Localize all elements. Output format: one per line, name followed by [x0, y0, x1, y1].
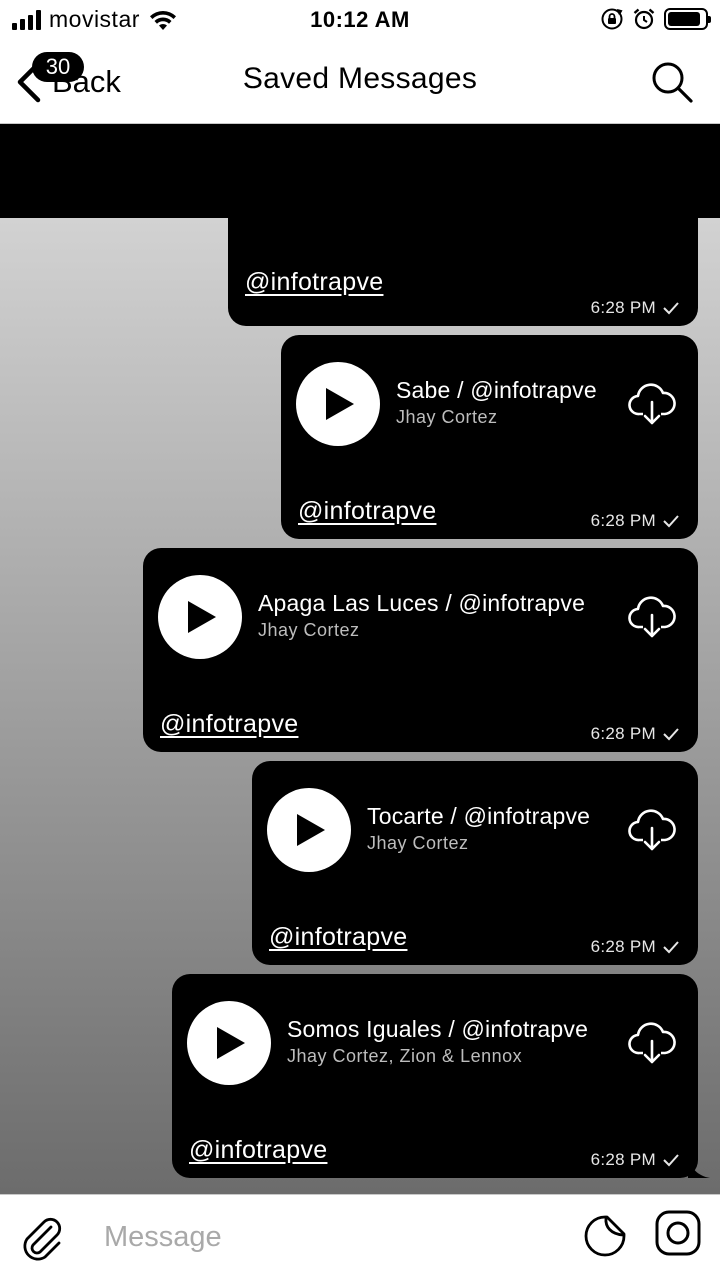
paperclip-icon[interactable]	[18, 1213, 66, 1261]
message-meta: 6:28 PM	[591, 298, 680, 318]
track-title: Sabe / @infotrapve	[396, 377, 597, 403]
play-button[interactable]	[267, 788, 351, 872]
battery-icon	[664, 8, 711, 30]
message-meta: 6:28 PM	[591, 1150, 680, 1170]
message-input[interactable]	[104, 1213, 544, 1261]
nav-bar: Back 30 Saved Messages	[0, 40, 720, 124]
status-right	[600, 7, 711, 31]
sticker-icon[interactable]	[582, 1213, 628, 1259]
caption-link[interactable]: @infotrapve	[245, 268, 383, 297]
audio-message[interactable]: Tocarte / @infotrapve Jhay Cortez @infot…	[252, 761, 698, 965]
caption-link[interactable]: @infotrapve	[189, 1136, 327, 1165]
play-button[interactable]	[296, 362, 380, 446]
caption-link[interactable]: @infotrapve	[269, 923, 407, 952]
audio-message[interactable]: Sabe / @infotrapve Jhay Cortez @infotrap…	[281, 335, 698, 539]
play-icon	[326, 388, 354, 420]
message-meta: 6:28 PM	[591, 511, 680, 531]
play-icon	[297, 814, 325, 846]
message-time: 6:28 PM	[590, 1150, 656, 1169]
caption-link[interactable]: @infotrapve	[298, 497, 436, 526]
play-button[interactable]	[187, 1001, 271, 1085]
check-icon	[663, 1154, 679, 1167]
audio-message[interactable]: Apaga Las Luces / @infotrapve Jhay Corte…	[143, 548, 698, 752]
status-bar: movistar 10:12 AM	[0, 0, 720, 40]
check-icon	[663, 941, 679, 954]
track-artist: Jhay Cortez	[367, 833, 469, 853]
alarm-icon	[633, 8, 655, 30]
check-icon	[663, 728, 679, 741]
chat-area[interactable]: @infotrapve 6:28 PM Sabe / @infotrapve J…	[0, 218, 720, 1194]
check-icon	[663, 515, 679, 528]
message-meta: 6:28 PM	[591, 937, 680, 957]
message-time: 6:28 PM	[590, 937, 656, 956]
search-icon[interactable]	[650, 60, 694, 104]
battery-level	[668, 12, 701, 26]
message-meta: 6:28 PM	[591, 724, 680, 744]
message-time: 6:28 PM	[590, 298, 656, 317]
message-time: 6:28 PM	[590, 724, 656, 743]
track-title: Apaga Las Luces / @infotrapve	[258, 590, 586, 616]
composer-bar	[0, 1194, 720, 1280]
play-icon	[188, 601, 216, 633]
rotation-lock-icon	[601, 8, 623, 30]
track-artist: Jhay Cortez	[396, 407, 498, 427]
cloud-download-icon[interactable]	[628, 592, 676, 640]
audio-message[interactable]: Somos Iguales / @infotrapve Jhay Cortez,…	[172, 974, 710, 1178]
check-icon	[663, 302, 679, 315]
track-title: Tocarte / @infotrapve	[367, 803, 591, 829]
bubble-tail	[688, 1156, 710, 1178]
play-button[interactable]	[158, 575, 242, 659]
audio-message[interactable]: @infotrapve 6:28 PM	[228, 218, 698, 326]
camera-icon[interactable]	[654, 1209, 702, 1257]
page-title: Saved Messages	[242, 62, 478, 95]
play-icon	[217, 1027, 245, 1059]
pinned-bar	[0, 124, 720, 218]
cloud-download-icon[interactable]	[628, 1018, 676, 1066]
cloud-download-icon[interactable]	[628, 379, 676, 427]
track-artist: Jhay Cortez	[258, 620, 360, 640]
track-artist: Jhay Cortez, Zion & Lennox	[287, 1046, 523, 1066]
cloud-download-icon[interactable]	[628, 805, 676, 853]
message-time: 6:28 PM	[590, 511, 656, 530]
track-title: Somos Iguales / @infotrapve	[287, 1016, 589, 1042]
caption-link[interactable]: @infotrapve	[160, 710, 298, 739]
